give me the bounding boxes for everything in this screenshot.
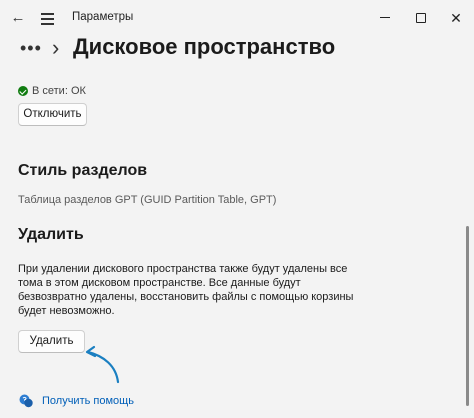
scrollbar[interactable] — [466, 226, 469, 406]
settings-window: ← Параметры ✕ ••• › Дисковое пространств… — [0, 0, 474, 418]
chevron-right-icon: › — [52, 35, 60, 60]
delete-button[interactable]: Удалить — [18, 330, 85, 353]
status-text: В сети: ОК — [32, 85, 86, 97]
back-arrow-icon[interactable]: ← — [8, 8, 28, 28]
help-chat-icon — [19, 394, 33, 408]
title-bar: ← Параметры ✕ — [0, 0, 474, 34]
get-help-link[interactable]: Получить помощь — [18, 393, 134, 409]
breadcrumb-overflow-button[interactable]: ••• — [20, 38, 42, 59]
annotation-arrow-icon — [85, 345, 120, 384]
close-icon[interactable]: ✕ — [446, 8, 466, 28]
window-title: Параметры — [72, 11, 134, 23]
scrollbar-thumb[interactable] — [466, 226, 469, 406]
delete-description: При удалении дискового пространства такж… — [18, 263, 354, 317]
minimize-icon[interactable] — [376, 11, 394, 25]
page-title: Дисковое пространство — [73, 34, 336, 59]
disconnect-button[interactable]: Отключить — [18, 103, 87, 126]
partition-style-value: Таблица разделов GPT (GUID Partition Tab… — [18, 194, 277, 206]
maximize-icon[interactable] — [412, 11, 430, 25]
delete-heading: Удалить — [18, 226, 84, 243]
get-help-label[interactable]: Получить помощь — [42, 395, 134, 407]
partition-style-heading: Стиль разделов — [18, 162, 148, 179]
checkmark-circle-icon — [18, 86, 28, 96]
status-indicator: В сети: ОК — [18, 85, 86, 97]
hamburger-menu-icon[interactable] — [38, 8, 58, 28]
